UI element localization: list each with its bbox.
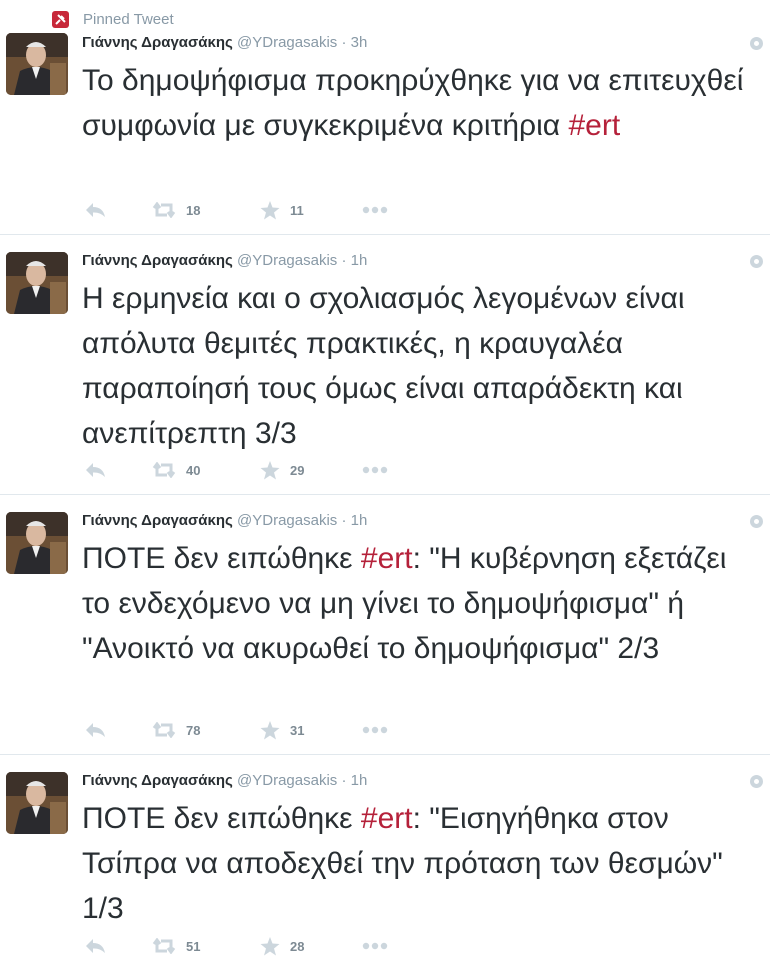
gear-icon[interactable] <box>749 514 764 529</box>
avatar[interactable] <box>6 252 68 314</box>
tweet[interactable]: Pinned Tweet Γιάννης Δραγασάκης @YDragas… <box>0 0 770 235</box>
author-name[interactable]: Γιάννης Δραγασάκης <box>82 34 233 51</box>
avatar[interactable] <box>6 33 68 95</box>
author-name[interactable]: Γιάννης Δραγασάκης <box>82 772 233 789</box>
hashtag-link[interactable]: #ert <box>361 802 413 835</box>
reply-icon <box>86 939 105 953</box>
author-name[interactable]: Γιάννης Δραγασάκης <box>82 512 233 529</box>
retweet-icon <box>152 202 176 218</box>
star-icon <box>260 936 280 955</box>
reply-button[interactable] <box>84 200 106 220</box>
star-icon <box>260 460 280 479</box>
more-button[interactable] <box>362 200 388 220</box>
tweet-text-part: Η ερμηνεία και ο σχολιασμός λεγομένων εί… <box>82 282 685 450</box>
reply-icon <box>86 723 105 737</box>
favorite-count: 11 <box>290 202 304 218</box>
author-handle[interactable]: @YDragasakis <box>237 512 337 529</box>
retweet-icon <box>152 462 176 478</box>
favorite-count: 28 <box>290 938 305 954</box>
author-handle[interactable]: @YDragasakis <box>237 34 337 51</box>
pinned-label: Pinned Tweet <box>83 10 174 28</box>
reply-icon <box>86 203 105 217</box>
author-handle[interactable]: @YDragasakis <box>237 772 337 789</box>
gear-icon[interactable] <box>749 254 764 269</box>
favorite-count: 31 <box>290 722 305 738</box>
retweet-button[interactable]: 51 <box>152 936 200 956</box>
reply-icon <box>86 463 105 477</box>
more-icon <box>362 942 388 950</box>
separator: · <box>341 512 347 529</box>
retweet-button[interactable]: 40 <box>152 460 200 480</box>
star-icon <box>260 720 280 739</box>
favorite-button[interactable]: 11 <box>260 200 304 220</box>
reply-button[interactable] <box>84 936 106 956</box>
hashtag-link[interactable]: #ert <box>568 109 620 142</box>
tweet-text: ΠΟΤΕ δεν ειπώθηκε #ert: "Η κυβέρνηση εξε… <box>82 536 757 671</box>
tweet-text-part: Το δημοψήφισμα προκηρύχθηκε για να επιτε… <box>82 64 744 142</box>
timestamp[interactable]: 1h <box>351 252 368 269</box>
author-handle[interactable]: @YDragasakis <box>237 252 337 269</box>
favorite-button[interactable]: 29 <box>260 460 304 480</box>
tweet-header: Γιάννης Δραγασάκης @YDragasakis · 1h <box>82 252 367 269</box>
tweet-header: Γιάννης Δραγασάκης @YDragasakis · 1h <box>82 772 367 789</box>
tweet-text: Η ερμηνεία και ο σχολιασμός λεγομένων εί… <box>82 276 757 456</box>
tweet-text-part: ΠΟΤΕ δεν ειπώθηκε <box>82 802 361 835</box>
retweet-count: 51 <box>186 938 201 954</box>
retweet-button[interactable]: 78 <box>152 720 200 740</box>
more-button[interactable] <box>362 720 388 740</box>
more-icon <box>362 726 388 734</box>
tweet-text: Το δημοψήφισμα προκηρύχθηκε για να επιτε… <box>82 58 757 148</box>
separator: · <box>341 34 347 51</box>
favorite-button[interactable]: 31 <box>260 720 304 740</box>
reply-button[interactable] <box>84 460 106 480</box>
tweet-text: ΠΟΤΕ δεν ειπώθηκε #ert: "Εισηγήθηκα στον… <box>82 796 757 931</box>
retweet-count: 78 <box>186 722 201 738</box>
more-button[interactable] <box>362 936 388 956</box>
more-icon <box>362 466 388 474</box>
retweet-count: 18 <box>186 202 201 218</box>
tweet-header: Γιάννης Δραγασάκης @YDragasakis · 1h <box>82 512 367 529</box>
more-button[interactable] <box>362 460 388 480</box>
avatar[interactable] <box>6 772 68 834</box>
avatar[interactable] <box>6 512 68 574</box>
more-icon <box>362 206 388 214</box>
hashtag-link[interactable]: #ert <box>361 542 413 575</box>
gear-icon[interactable] <box>749 774 764 789</box>
tweet[interactable]: Γιάννης Δραγασάκης @YDragasakis · 1h ΠΟΤ… <box>0 496 770 755</box>
timestamp[interactable]: 3h <box>351 34 368 51</box>
star-icon <box>260 200 280 219</box>
reply-button[interactable] <box>84 720 106 740</box>
favorite-button[interactable]: 28 <box>260 936 304 956</box>
retweet-count: 40 <box>186 462 201 478</box>
timestamp[interactable]: 1h <box>351 512 368 529</box>
timestamp[interactable]: 1h <box>351 772 368 789</box>
separator: · <box>341 772 347 789</box>
favorite-count: 29 <box>290 462 305 478</box>
author-name[interactable]: Γιάννης Δραγασάκης <box>82 252 233 269</box>
retweet-icon <box>152 722 176 738</box>
tweet[interactable]: Γιάννης Δραγασάκης @YDragasakis · 1h Η ε… <box>0 236 770 495</box>
retweet-icon <box>152 938 176 954</box>
gear-icon[interactable] <box>749 36 764 51</box>
tweet-text-part: ΠΟΤΕ δεν ειπώθηκε <box>82 542 361 575</box>
tweet[interactable]: Γιάννης Δραγασάκης @YDragasakis · 1h ΠΟΤ… <box>0 756 770 960</box>
tweet-header: Γιάννης Δραγασάκης @YDragasakis · 3h <box>82 34 367 51</box>
separator: · <box>341 252 347 269</box>
retweet-button[interactable]: 18 <box>152 200 200 220</box>
pinned-indicator: Pinned Tweet <box>52 10 174 28</box>
pin-icon <box>52 10 69 28</box>
